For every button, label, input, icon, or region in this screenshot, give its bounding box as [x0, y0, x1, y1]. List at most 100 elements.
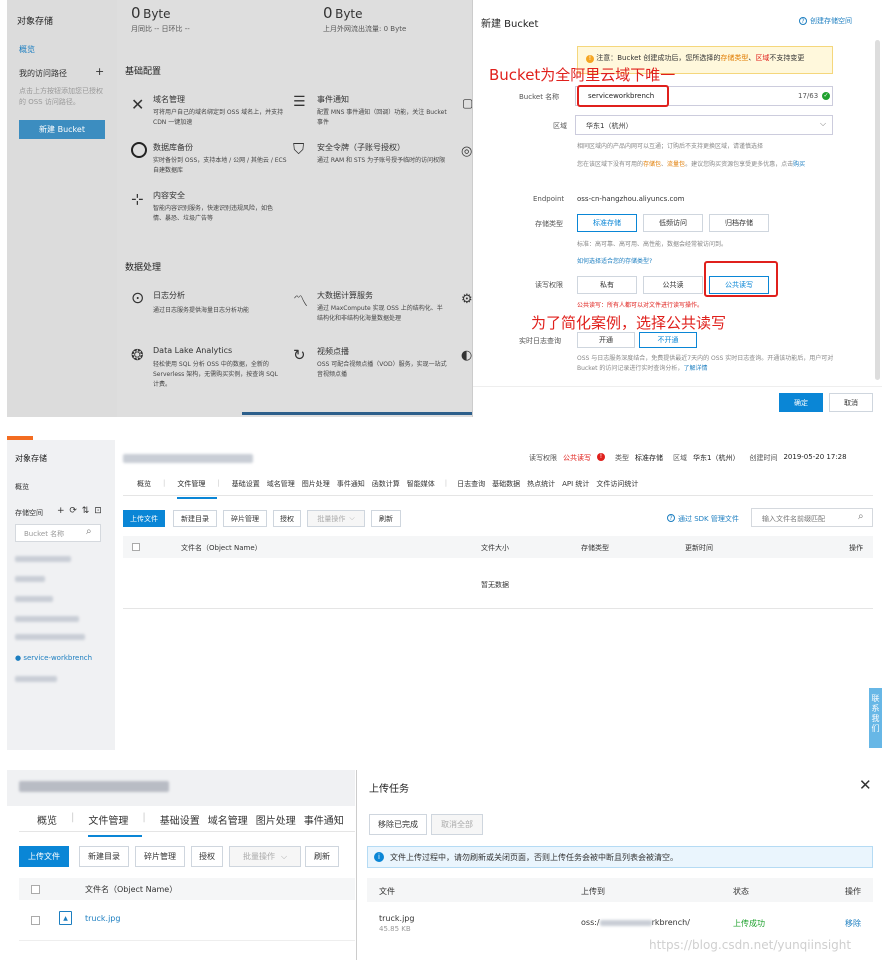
tab-function[interactable]: 函数计算 — [372, 479, 407, 499]
bucket-search-input[interactable]: Bucket 名称 ⌕ — [15, 524, 101, 542]
log-learn-more-link[interactable]: 了解详情 — [683, 365, 707, 372]
tab-media[interactable]: 智能媒体 — [407, 479, 445, 499]
bucket-item-blurred[interactable] — [15, 556, 71, 562]
file-search-input[interactable]: 输入文件名前缀匹配 ⌕ — [751, 508, 873, 527]
dialog-title: 新建 Bucket — [481, 19, 539, 30]
batch-ops-button[interactable]: 批量操作 ⌵ — [307, 510, 365, 527]
dialog-footer-divider — [473, 386, 882, 387]
col-storage: 存储类型 — [581, 544, 609, 552]
new-folder-button[interactable]: 新建目录 — [173, 510, 217, 527]
contact-us-button[interactable]: 联系我们 — [869, 688, 882, 748]
tab-files[interactable]: 文件管理 — [88, 812, 143, 837]
upload-row: truck.jpg 45.85 KB oss:/ rkbrench/ 上传成功 … — [367, 908, 873, 942]
tab-basic-settings[interactable]: 基础设置 — [232, 479, 267, 499]
new-bucket-button[interactable]: 新建 Bucket — [19, 120, 105, 139]
upload-file-button[interactable]: 上传文件 — [19, 846, 69, 867]
acl-public-read-option[interactable]: 公共读 — [643, 276, 703, 294]
bucket-item-blurred[interactable] — [15, 596, 53, 602]
tab-access[interactable]: 文件访问统计 — [596, 479, 638, 499]
tab-overview[interactable]: 概览 — [137, 479, 163, 499]
storage-ia-option[interactable]: 低频访问 — [643, 214, 703, 232]
panel-upload-left: 概览 | 文件管理 | 基础设置 域名管理 图片处理 事件通知 上传文件 新建目… — [7, 770, 355, 960]
select-all-checkbox[interactable] — [132, 543, 140, 551]
traffic-pack-link[interactable]: 流量包 — [667, 161, 685, 168]
panel-file-management: 对象存储 概览 存储空间 + ⟳ ⇅ ⊡ Bucket 名称 ⌕ ● servi… — [7, 436, 882, 750]
tab-image[interactable]: 图片处理 — [302, 479, 337, 499]
sidebar-item-space[interactable]: 存储空间 — [15, 508, 43, 518]
bucket-tabs: 概览 | 文件管理 | 基础设置 域名管理 图片处理 事件通知 — [37, 812, 344, 837]
cancel-button[interactable]: 取消 — [829, 393, 873, 412]
storage-help-link[interactable]: 如何选择适合您的存储类型? — [577, 256, 652, 265]
clipped-icon-2: ◎ — [461, 144, 473, 159]
help-link[interactable]: ? 创建存储空间 — [799, 16, 852, 26]
tab-overview[interactable]: 概览 — [37, 812, 71, 837]
batch-ops-label: 批量操作 — [317, 514, 346, 523]
annotation-box-name — [577, 85, 669, 107]
tab-files[interactable]: 文件管理 — [177, 479, 218, 499]
upload-destination: oss:/ rkbrench/ — [581, 918, 690, 927]
refresh-button[interactable]: 刷新 — [371, 510, 401, 527]
storage-archive-option[interactable]: 归档存储 — [709, 214, 769, 232]
col-name: 文件名（Object Name） — [181, 544, 262, 552]
acl-value: 公共读写 — [563, 454, 591, 462]
log-enable-option[interactable]: 开通 — [577, 332, 635, 348]
acl-private-option[interactable]: 私有 — [577, 276, 637, 294]
authorize-button[interactable]: 授权 — [273, 510, 301, 527]
batch-ops-button[interactable]: 批量操作 ⌵ — [229, 846, 301, 867]
new-folder-button[interactable]: 新建目录 — [79, 846, 129, 867]
add-path-button[interactable]: + — [95, 65, 104, 78]
remove-completed-button[interactable]: 移除已完成 — [369, 814, 427, 835]
dialog-scrollbar[interactable] — [875, 40, 880, 380]
row-checkbox[interactable] — [31, 916, 40, 925]
fragment-button[interactable]: 碎片管理 — [135, 846, 185, 867]
sidebar-item-overview[interactable]: 概览 — [19, 44, 35, 55]
dest-suffix: rkbrench/ — [651, 918, 690, 927]
upload-file-button[interactable]: 上传文件 — [123, 510, 165, 527]
bucket-item-blurred[interactable] — [15, 616, 79, 622]
close-icon[interactable]: ✕ — [859, 776, 872, 794]
tab-hot[interactable]: 热点统计 — [527, 479, 562, 499]
card-desc: 智能内容识别服务，快速识别违规风险，如色情、暴恐、垃圾广告等 — [153, 205, 274, 222]
storage-pack-link[interactable]: 存储包 — [643, 161, 661, 168]
tab-domain[interactable]: 域名管理 — [208, 812, 256, 837]
tab-basic-data[interactable]: 基础数据 — [492, 479, 527, 499]
tab-event[interactable]: 事件通知 — [337, 479, 372, 499]
sdk-link[interactable]: ? 通过 SDK 管理文件 — [667, 514, 739, 524]
log-disable-option[interactable]: 不开通 — [639, 332, 697, 348]
warning-suffix: 不支持变更 — [769, 54, 805, 62]
storage-standard-option[interactable]: 标准存储 — [577, 214, 637, 232]
search-icon: ⌕ — [858, 511, 864, 522]
bucket-item-blurred[interactable] — [15, 676, 57, 682]
row-bottom-line — [19, 940, 355, 941]
tab-log[interactable]: 日志查询 — [457, 479, 492, 499]
confirm-button[interactable]: 确定 — [779, 393, 823, 412]
sidebar-item-recent[interactable]: 我的访问路径 — [19, 68, 67, 79]
table-row[interactable]: ▲ truck.jpg — [19, 906, 355, 934]
sidebar-item-overview[interactable]: 概览 — [15, 482, 29, 492]
bucket-item-blurred[interactable] — [15, 634, 85, 640]
buy-link[interactable]: 购买 — [793, 161, 805, 168]
authorize-button[interactable]: 授权 — [191, 846, 223, 867]
tab-image[interactable]: 图片处理 — [256, 812, 304, 837]
endpoint-value: oss-cn-hangzhou.aliyuncs.com — [577, 195, 685, 203]
bucket-item-active[interactable]: ● service-workbrench — [15, 654, 92, 662]
card-title: 数据库备份 — [153, 143, 193, 152]
space-toolbar-icons[interactable]: + ⟳ ⇅ ⊡ — [57, 506, 103, 516]
card-title: 日志分析 — [153, 291, 185, 300]
tab-domain[interactable]: 域名管理 — [267, 479, 302, 499]
bucket-item-blurred[interactable] — [15, 576, 45, 582]
col-action: 操作 — [845, 887, 861, 896]
fragment-button[interactable]: 碎片管理 — [223, 510, 267, 527]
bucket-name-count: 17/63 — [798, 92, 819, 100]
select-all-checkbox[interactable] — [31, 885, 40, 894]
remove-link[interactable]: 移除 — [845, 918, 861, 929]
bucket-title-blurred — [19, 781, 169, 792]
tab-event[interactable]: 事件通知 — [304, 812, 344, 837]
tab-api[interactable]: API 统计 — [562, 479, 596, 499]
region-select[interactable]: 华东1（杭州） ⌵ — [575, 115, 833, 135]
tab-basic-settings[interactable]: 基础设置 — [160, 812, 208, 837]
cancel-all-button[interactable]: 取消全部 — [431, 814, 483, 835]
file-name-link[interactable]: truck.jpg — [85, 914, 120, 923]
upload-status: 上传成功 — [733, 919, 765, 928]
refresh-button[interactable]: 刷新 — [305, 846, 339, 867]
